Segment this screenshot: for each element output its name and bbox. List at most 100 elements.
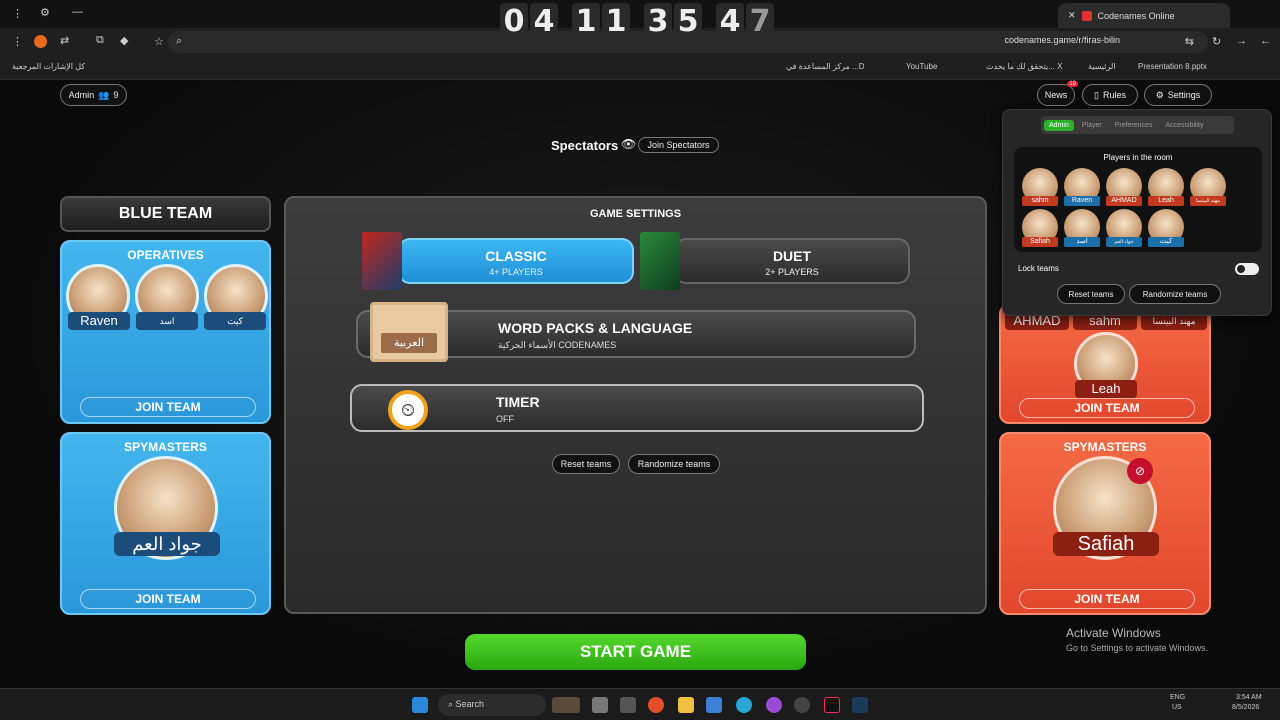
countdown-digit: 3 (644, 3, 672, 41)
countdown-seconds: 4 7 (716, 3, 774, 41)
spymasters-label: SPYMASTERS (124, 440, 207, 454)
timer-subtitle: OFF (496, 414, 514, 424)
bookmark-item[interactable]: مركز المساعدة في ...D (786, 62, 865, 71)
edge-icon[interactable] (736, 697, 752, 713)
duet-mode-button[interactable]: DUET 2+ PLAYERS (674, 238, 910, 284)
popup-reset-teams-button[interactable]: Reset teams (1057, 284, 1125, 304)
news-button[interactable]: News 19 (1037, 81, 1078, 106)
tab-preferences[interactable]: Preferences (1110, 120, 1158, 131)
download-icon[interactable]: ⧉ (96, 34, 104, 47)
blue-team-header: BLUE TEAM (60, 196, 271, 232)
site-info-icon[interactable]: ⇆ (1185, 35, 1194, 48)
lock-teams-toggle[interactable] (1235, 263, 1259, 275)
blue-join-operatives-button[interactable]: JOIN TEAM (80, 397, 256, 417)
toggle-knob (1237, 265, 1245, 273)
game-settings-panel: GAME SETTINGS CLASSIC 4+ PLAYERS DUET 2+… (284, 196, 987, 614)
game-settings-title: GAME SETTINGS (589, 208, 682, 220)
popup-randomize-teams-button[interactable]: Randomize teams (1129, 284, 1221, 304)
language-indicator[interactable]: ENG (1170, 694, 1185, 701)
red-join-spymasters-button[interactable]: JOIN TEAM (1019, 589, 1195, 609)
search-icon: ⌕ (448, 699, 456, 709)
bookmark-item[interactable]: Presentation 8.pptx (1138, 62, 1207, 71)
settings-icon[interactable]: ⚙ (40, 6, 50, 19)
star-icon[interactable]: ☆ (154, 35, 164, 48)
tab-accessibility[interactable]: Accessibility (1160, 120, 1208, 131)
countdown-digit: 1 (572, 3, 600, 41)
no-wifi-icon: ⊘ (1127, 458, 1153, 484)
player-name: جواد العم (114, 532, 220, 556)
bookmark-item[interactable]: الرئيسية (1088, 62, 1116, 71)
player-name: كيت (204, 312, 266, 330)
popup-randomize-label: Randomize teams (1142, 289, 1208, 299)
game-area: Admin 👥 9 News 19 ▯ Rules ⚙ Settings Spe… (0, 80, 1280, 688)
start-game-button[interactable]: START GAME (465, 634, 806, 670)
translate-icon[interactable]: ⇄ (60, 34, 69, 47)
minimize-icon[interactable]: — (72, 6, 83, 18)
countdown-digit: 5 (674, 3, 702, 41)
reset-teams-button[interactable]: Reset teams (552, 454, 620, 474)
classic-box-icon (362, 232, 402, 290)
player-name: AHMAD (1106, 196, 1142, 206)
task-view-icon[interactable] (592, 697, 608, 713)
reload-icon[interactable]: ↻ (1212, 35, 1221, 48)
forward-icon[interactable]: → (1236, 35, 1247, 47)
menu-icon[interactable]: ⋮ (12, 35, 23, 48)
classic-subtitle: 4+ PLAYERS (489, 267, 543, 277)
extension-icon[interactable] (34, 35, 47, 48)
widgets-icon[interactable] (552, 697, 580, 713)
tab-admin[interactable]: Admin (1044, 119, 1074, 131)
timer-button[interactable]: TIMER OFF (350, 384, 924, 432)
popup-reset-label: Reset teams (1068, 289, 1114, 299)
lock-teams-label: Lock teams (1018, 264, 1059, 273)
countdown-digit: 4 (716, 3, 744, 41)
steam-icon[interactable] (852, 697, 868, 713)
tab-codenames[interactable]: ✕ Codenames Online (1058, 3, 1230, 28)
mail-icon[interactable] (706, 697, 722, 713)
back-icon[interactable]: ← (1260, 35, 1271, 47)
player-name: جواد العم (1106, 237, 1142, 247)
tab-title: Codenames Online (1097, 10, 1175, 21)
red-join-operatives-button[interactable]: JOIN TEAM (1019, 398, 1195, 418)
tiktok-icon[interactable] (824, 697, 840, 713)
taskbar: ⌕ Search ENG US 3:54 AM 8/5/2026 (0, 688, 1280, 720)
admin-label: Admin (68, 90, 95, 100)
chrome-icon[interactable] (648, 697, 664, 713)
clock-time[interactable]: 3:54 AM (1236, 694, 1262, 701)
admin-button[interactable]: Admin 👥 9 (60, 84, 127, 106)
bookmarks-bar: كل الإشارات المرجعية Presentation 8.pptx… (0, 56, 1280, 129)
puzzle-icon[interactable]: ◆ (120, 34, 128, 47)
folder-icon[interactable] (678, 697, 694, 713)
bookmark-item[interactable]: YouTube (906, 62, 937, 71)
countdown-minutes: 3 5 (644, 3, 702, 41)
url-text[interactable]: codenames.game/r/firas-bilin (1004, 35, 1120, 45)
windows-start-icon[interactable] (412, 697, 428, 713)
word-packs-subtitle: الأسماء الحركية CODENAMES (498, 340, 617, 350)
classic-mode-button[interactable]: CLASSIC 4+ PLAYERS (398, 238, 634, 284)
settings-icon[interactable] (794, 697, 810, 713)
close-icon[interactable]: ✕ (1068, 10, 1076, 21)
countdown-digit: 0 (500, 3, 528, 41)
countdown-days: 0 4 (500, 3, 558, 41)
bookmark-item[interactable]: يتحقق لك ما يحدث... X (986, 62, 1062, 71)
store-icon[interactable] (620, 697, 636, 713)
more-icon[interactable]: ⋮ (12, 7, 23, 20)
popup-tabs: Admin Player Preferences Accessibility (1041, 116, 1234, 134)
player-count: 9 (113, 90, 119, 100)
record-icon[interactable] (766, 697, 782, 713)
blue-join-spymasters-button[interactable]: JOIN TEAM (80, 589, 256, 609)
randomize-teams-button[interactable]: Randomize teams (628, 454, 720, 474)
join-spectators-button[interactable]: Join Spectators (638, 137, 719, 153)
settings-button[interactable]: ⚙ Settings (1144, 84, 1212, 106)
spectators-label: Spectators (551, 138, 619, 153)
news-badge: 19 (1067, 81, 1078, 87)
reset-teams-label: Reset teams (560, 459, 612, 469)
search-icon[interactable]: ⌕ (176, 35, 182, 48)
bookmarks-folder[interactable]: كل الإشارات المرجعية (12, 62, 85, 71)
players-in-room: Players in the room sahm Raven AHMAD Lea… (1014, 147, 1262, 252)
taskbar-search[interactable]: ⌕ Search (438, 694, 546, 716)
players-title: Players in the room (1103, 153, 1173, 162)
blue-spymasters-card: SPYMASTERS جواد العم JOIN TEAM (60, 432, 271, 615)
tab-player[interactable]: Player (1077, 120, 1107, 131)
rules-button[interactable]: ▯ Rules (1082, 84, 1138, 106)
gear-icon: ⚙ (1155, 89, 1164, 100)
